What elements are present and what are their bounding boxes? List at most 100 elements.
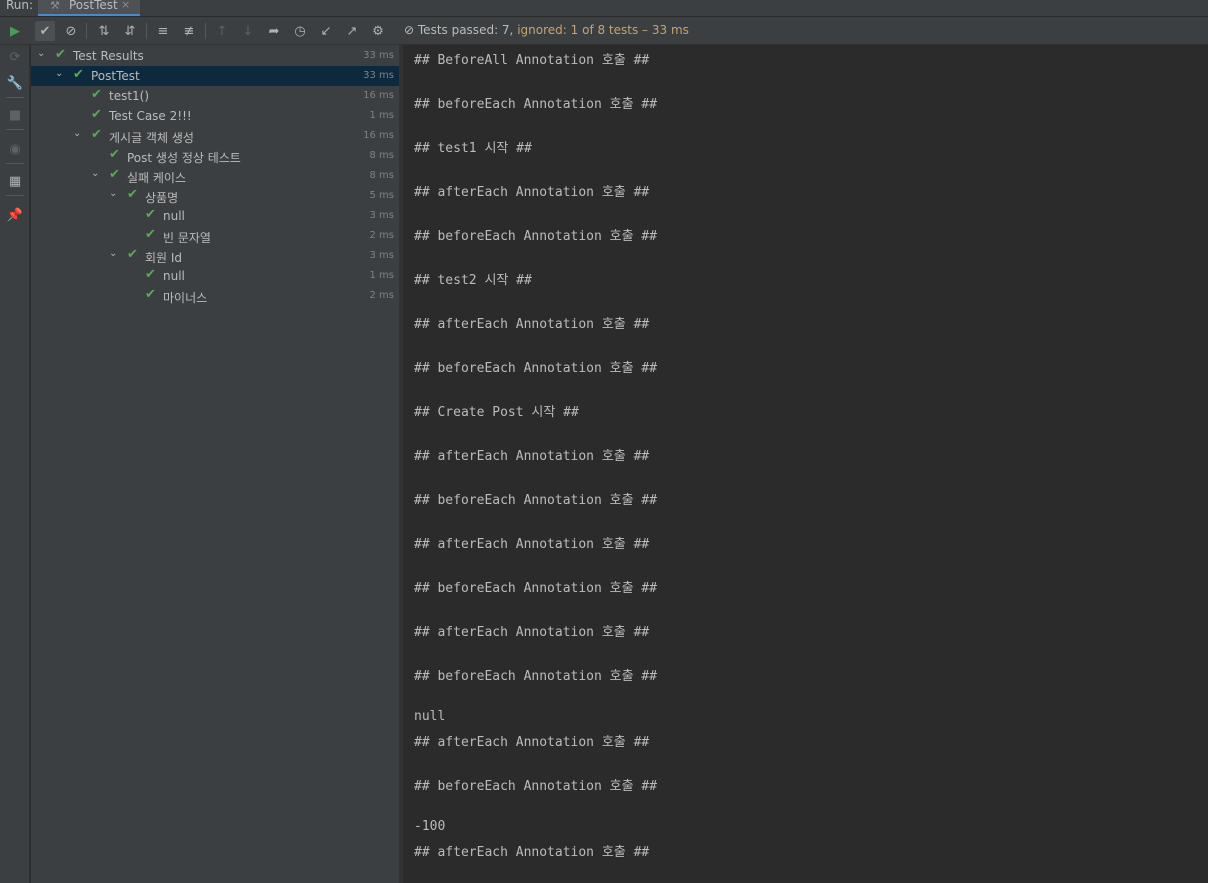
tree-row-failure-cases[interactable]: ⌄ ✔ 실패 케이스 8 ms <box>31 166 399 186</box>
tree-label: 마이너스 <box>163 291 208 305</box>
tree-row-create-post[interactable]: ⌄ ✔ 게시글 객체 생성 16 ms <box>31 126 399 146</box>
rerun-icon[interactable]: ▶ <box>5 21 25 41</box>
run-tool-strip: ▶ ⟳ 🔧 ■ ◉ ▦ 📌 <box>0 24 30 883</box>
tree-row-null[interactable]: ✔ null 1 ms <box>31 266 399 286</box>
console-line: ## beforeEach Annotation 호출 ## <box>414 361 658 376</box>
tree-row-minus[interactable]: ✔ 마이너스 2 ms <box>31 286 399 306</box>
strip-separator <box>6 195 24 196</box>
tree-duration: 8 ms <box>369 150 395 161</box>
pass-check-icon: ✔ <box>73 67 84 82</box>
console-output[interactable]: ## BeforeAll Annotation 호출 ## ## beforeE… <box>403 45 1208 883</box>
import-tests-icon[interactable]: ➦ <box>264 21 284 41</box>
tree-row-test-results[interactable]: ⌄ ✔ Test Results 33 ms <box>31 46 399 66</box>
collapse-all-icon[interactable]: ≢ <box>179 21 199 41</box>
chevron-down-icon[interactable]: ⌄ <box>55 68 63 79</box>
tree-duration: 1 ms <box>369 270 395 281</box>
chevron-down-icon[interactable]: ⌄ <box>91 168 99 179</box>
tree-duration: 2 ms <box>369 290 395 301</box>
strip-separator <box>6 129 24 130</box>
tree-label: PostTest <box>91 69 140 83</box>
pass-check-icon: ✔ <box>145 287 156 302</box>
tree-row-test-case-2[interactable]: ✔ Test Case 2!!! 1 ms <box>31 106 399 126</box>
next-failed-icon[interactable]: ↓ <box>238 21 258 41</box>
console-line: ## afterEach Annotation 호출 ## <box>414 845 650 860</box>
status-ignored: ignored: <box>517 23 567 37</box>
tab-posttest[interactable]: ⚒ PostTest × <box>38 0 140 16</box>
console-line: ## beforeEach Annotation 호출 ## <box>414 779 658 794</box>
tree-label: 회원 Id <box>145 251 183 265</box>
toolbar-separator <box>146 23 147 39</box>
tree-row-null[interactable]: ✔ null 3 ms <box>31 206 399 226</box>
tree-label: test1() <box>109 89 150 103</box>
show-ignored-icon[interactable]: ⊘ <box>61 21 81 41</box>
chevron-down-icon[interactable]: ⌄ <box>109 188 117 199</box>
stop-icon[interactable]: ■ <box>5 105 25 125</box>
tree-row-post-normal[interactable]: ✔ Post 생성 정상 테스트 8 ms <box>31 146 399 166</box>
console-line: ## beforeEach Annotation 호출 ## <box>414 581 658 596</box>
tree-row-product-name[interactable]: ⌄ ✔ 상품명 5 ms <box>31 186 399 206</box>
console-line: ## beforeEach Annotation 호출 ## <box>414 493 658 508</box>
chevron-down-icon[interactable]: ⌄ <box>37 48 45 59</box>
status-rest: 1 of 8 tests – 33 ms <box>570 23 689 37</box>
close-icon[interactable]: × <box>121 0 130 11</box>
settings-gear-icon[interactable]: ⚙ <box>368 21 388 41</box>
rerun-failed-icon[interactable]: ⟳ <box>5 47 25 67</box>
console-line: ## afterEach Annotation 호출 ## <box>414 625 650 640</box>
ignored-status-icon: ⊘ <box>404 23 415 37</box>
strip-separator <box>6 97 24 98</box>
tree-duration: 16 ms <box>363 130 394 141</box>
layout-icon[interactable]: ▦ <box>5 171 25 191</box>
tree-row-empty-string[interactable]: ✔ 빈 문자열 2 ms <box>31 226 399 246</box>
tree-duration: 33 ms <box>363 50 394 61</box>
tree-duration: 2 ms <box>369 230 395 241</box>
status-passed: Tests passed: 7, <box>417 23 514 37</box>
tree-label: 상품명 <box>145 191 179 205</box>
console-line: ## test1 시작 ## <box>414 141 532 156</box>
console-line: ## afterEach Annotation 호출 ## <box>414 735 650 750</box>
tree-label: null <box>163 269 185 283</box>
console-line: ## afterEach Annotation 호출 ## <box>414 185 650 200</box>
test-results-tree: ⌄ ✔ Test Results 33 ms ⌄ ✔ PostTest 33 m… <box>31 45 399 883</box>
tree-row-posttest[interactable]: ⌄ ✔ PostTest 33 ms <box>31 66 399 86</box>
wrench-icon[interactable]: 🔧 <box>5 73 25 93</box>
console-line: ## beforeEach Annotation 호출 ## <box>414 229 658 244</box>
tree-label: 게시글 객체 생성 <box>109 131 194 145</box>
test-history-icon[interactable]: ◷ <box>290 21 310 41</box>
import-results-icon[interactable]: ↙ <box>316 21 336 41</box>
chevron-down-icon[interactable]: ⌄ <box>109 248 117 259</box>
console-line: ## afterEach Annotation 호출 ## <box>414 537 650 552</box>
show-passed-icon[interactable]: ✔ <box>35 21 55 41</box>
tree-label: 실패 케이스 <box>127 171 187 185</box>
tree-duration: 3 ms <box>369 250 395 261</box>
pass-check-icon: ✔ <box>109 167 120 182</box>
console-line: ## beforeEach Annotation 호출 ## <box>414 669 658 684</box>
expand-all-icon[interactable]: ≡ <box>153 21 173 41</box>
tree-duration: 3 ms <box>369 210 395 221</box>
pass-check-icon: ✔ <box>109 147 120 162</box>
console-line: -100 <box>414 819 446 834</box>
console-line: ## afterEach Annotation 호출 ## <box>414 317 650 332</box>
tree-duration: 8 ms <box>369 170 395 181</box>
run-label: Run: <box>6 0 34 12</box>
sort-by-duration-icon[interactable]: ⇵ <box>120 21 140 41</box>
pass-check-icon: ✔ <box>91 127 102 142</box>
tree-label: 빈 문자열 <box>163 231 211 245</box>
tree-row-member-id[interactable]: ⌄ ✔ 회원 Id 3 ms <box>31 246 399 266</box>
console-line: ## afterEach Annotation 호출 ## <box>414 449 650 464</box>
tree-label: Post 생성 정상 테스트 <box>127 151 241 165</box>
console-line: ## test2 시작 ## <box>414 273 532 288</box>
tree-duration: 33 ms <box>363 70 394 81</box>
pin-icon[interactable]: 📌 <box>5 205 25 225</box>
pass-check-icon: ✔ <box>145 207 156 222</box>
export-results-icon[interactable]: ↗ <box>342 21 362 41</box>
previous-failed-icon[interactable]: ↑ <box>212 21 232 41</box>
pass-check-icon: ✔ <box>145 267 156 282</box>
sort-alphabetically-icon[interactable]: ⇅ <box>94 21 114 41</box>
chevron-down-icon[interactable]: ⌄ <box>73 128 81 139</box>
run-tab-bar: Run: ⚒ PostTest × <box>0 0 1208 16</box>
test-run-icon: ⚒ <box>50 0 60 12</box>
eye-icon[interactable]: ◉ <box>5 139 25 159</box>
tree-row-test1[interactable]: ✔ test1() 16 ms <box>31 86 399 106</box>
console-line: ## BeforeAll Annotation 호출 ## <box>414 53 650 68</box>
tree-duration: 16 ms <box>363 90 394 101</box>
